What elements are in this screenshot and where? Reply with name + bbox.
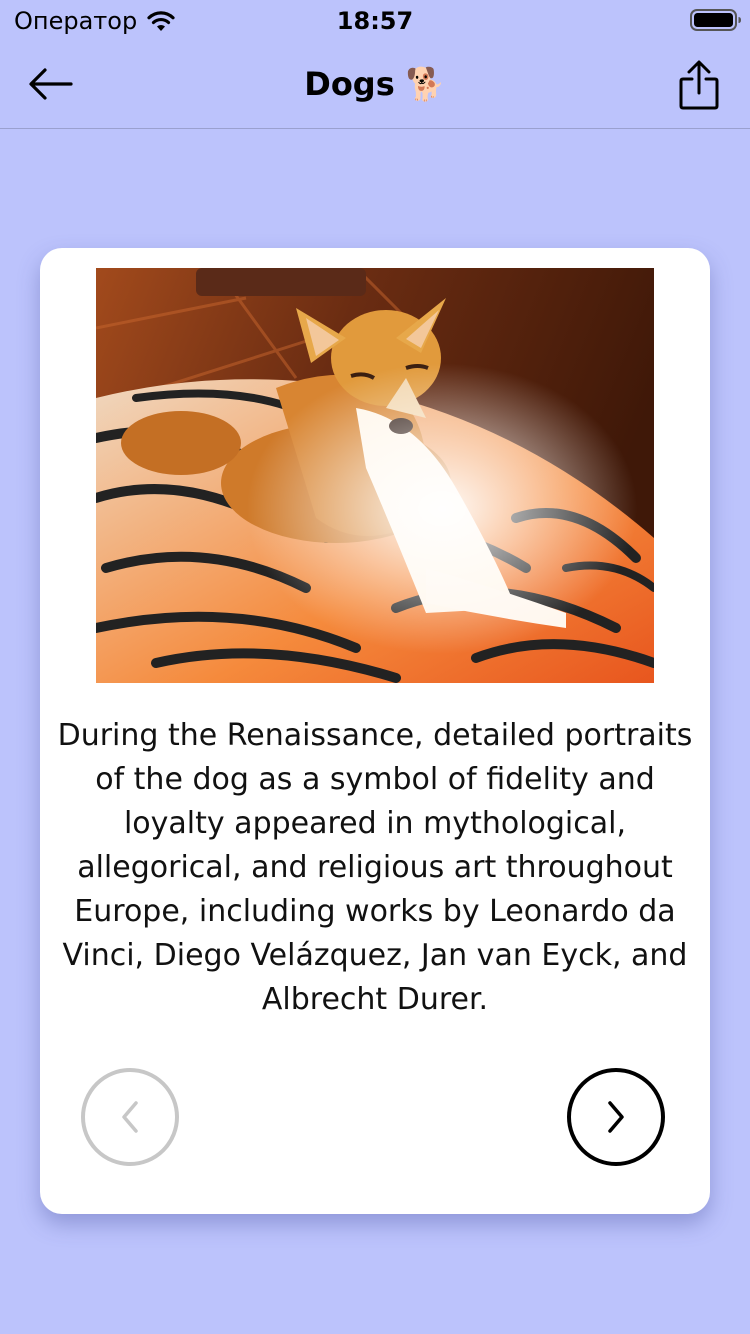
dog-photo — [96, 268, 654, 683]
next-button[interactable] — [567, 1068, 665, 1166]
share-button[interactable] — [670, 56, 728, 114]
chevron-right-icon — [608, 1101, 624, 1133]
status-bar: Оператор 18:57 — [0, 0, 750, 40]
share-icon — [679, 60, 719, 110]
status-time: 18:57 — [336, 7, 414, 35]
fact-card: During the Renaissance, detailed portrai… — [40, 248, 710, 1214]
fact-text: During the Renaissance, detailed portrai… — [57, 718, 693, 1017]
navigation-bar: Dogs 🐕 — [0, 40, 750, 129]
chevron-left-icon — [122, 1101, 138, 1133]
page-title: Dogs 🐕 — [304, 65, 446, 103]
battery-icon — [690, 9, 741, 31]
previous-button[interactable] — [81, 1068, 179, 1166]
